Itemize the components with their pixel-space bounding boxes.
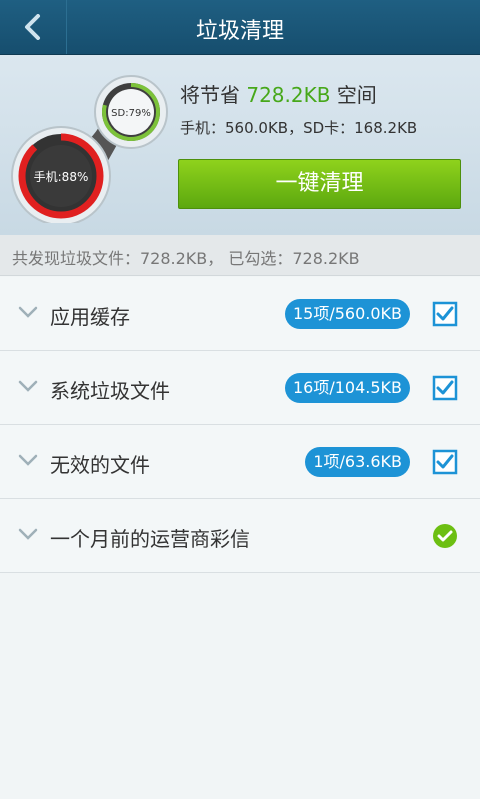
count-size-badge: 16项/104.5KB <box>284 373 410 403</box>
list-item-old-mms[interactable]: 一个月前的运营商彩信 <box>0 499 480 573</box>
found-summary-bar: 共发现垃圾文件：728.2KB， 已勾选：728.2KB <box>0 235 480 276</box>
phone-gauge-label: 手机:88% <box>34 170 89 184</box>
sd-gauge: SD:79% <box>94 75 168 149</box>
chevron-down-icon[interactable] <box>18 380 38 392</box>
one-click-clean-button[interactable]: 一键清理 <box>178 159 461 209</box>
checkbox-checked-icon[interactable] <box>432 449 458 475</box>
summary-panel: SD:79% 手机:88% 将节省 728.2KB 空间 手机：560.0KB，… <box>0 55 480 235</box>
chevron-down-icon[interactable] <box>18 454 38 466</box>
save-suffix: 空间 <box>336 83 377 107</box>
save-prefix: 将节省 <box>180 83 240 107</box>
save-value: 728.2KB <box>246 83 331 107</box>
phone-gauge: 手机:88% <box>11 126 111 223</box>
count-size-badge: 15项/560.0KB <box>284 299 410 329</box>
title-bar: 垃圾清理 <box>0 0 480 55</box>
checkbox-checked-icon[interactable] <box>432 375 458 401</box>
storage-breakdown: 手机：560.0KB，SD卡：168.2KB <box>180 119 418 137</box>
chevron-down-icon[interactable] <box>18 306 38 318</box>
list-item-label: 无效的文件 <box>50 453 150 477</box>
save-summary: 将节省 728.2KB 空间 <box>180 79 377 108</box>
list-item-invalid-files[interactable]: 无效的文件 1项/63.6KB <box>0 425 480 499</box>
green-check-circle-icon[interactable] <box>432 523 458 549</box>
list-item-label: 一个月前的运营商彩信 <box>50 527 250 551</box>
page-title: 垃圾清理 <box>195 19 284 44</box>
found-summary-text: 共发现垃圾文件：728.2KB， 已勾选：728.2KB <box>12 249 360 268</box>
category-list: 应用缓存 15项/560.0KB 系统垃圾文件 16项/104.5KB 无效的文… <box>0 277 480 573</box>
list-item-system-junk[interactable]: 系统垃圾文件 16项/104.5KB <box>0 351 480 425</box>
list-item-app-cache[interactable]: 应用缓存 15项/560.0KB <box>0 277 480 351</box>
storage-gauges: SD:79% 手机:88% <box>11 75 168 223</box>
sd-gauge-label: SD:79% <box>111 108 151 119</box>
chevron-down-icon[interactable] <box>18 528 38 540</box>
list-item-label: 应用缓存 <box>50 305 130 329</box>
count-size-badge: 1项/63.6KB <box>305 447 410 477</box>
checkbox-checked-icon[interactable] <box>432 301 458 327</box>
list-item-label: 系统垃圾文件 <box>50 379 170 403</box>
